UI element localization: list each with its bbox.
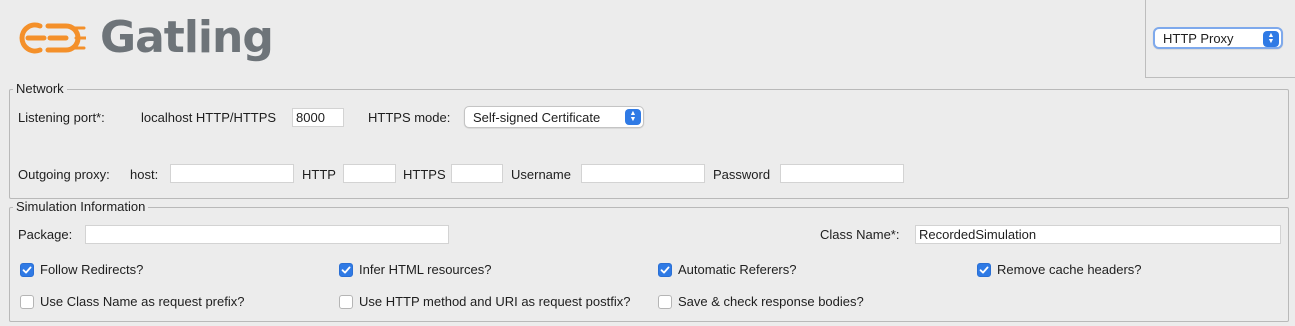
class-name-prefix-label: Use Class Name as request prefix? [40,294,245,309]
proxy-http-label: HTTP [302,167,336,182]
proxy-https-label: HTTPS [403,167,446,182]
package-field[interactable] [85,225,449,244]
class-name-prefix-checkbox[interactable] [20,295,34,309]
checkmark-icon [660,266,670,274]
class-name-field[interactable]: RecordedSimulation [915,225,1281,244]
checkmark-icon [22,266,32,274]
listening-port-label: Listening port*: [18,110,105,125]
automatic-referers-label: Automatic Referers? [678,262,797,277]
proxy-username-label: Username [511,167,571,182]
method-uri-postfix-checkbox[interactable] [339,295,353,309]
infer-html-resources-label: Infer HTML resources? [359,262,492,277]
outgoing-proxy-label: Outgoing proxy: [18,167,110,182]
remove-cache-headers-checkbox[interactable] [977,263,991,277]
https-mode-value: Self-signed Certificate [473,109,601,125]
recorder-mode-select[interactable]: HTTP Proxy ▲ ▼ [1153,27,1283,49]
class-name-label: Class Name*: [820,227,900,242]
package-label: Package: [18,227,73,242]
proxy-http-port-field[interactable] [343,164,396,183]
https-mode-label: HTTPS mode: [368,110,451,125]
automatic-referers-checkbox[interactable] [658,263,672,277]
proxy-host-label: host: [130,167,159,182]
https-mode-select[interactable]: Self-signed Certificate ▲ ▼ [464,106,644,128]
infer-html-resources-checkbox[interactable] [339,263,353,277]
select-arrows-icon: ▲ ▼ [1263,31,1279,47]
checkmark-icon [979,266,989,274]
listening-port-field[interactable]: 8000 [292,108,344,127]
remove-cache-headers-label: Remove cache headers? [997,262,1142,277]
proxy-username-field[interactable] [581,164,705,183]
check-response-bodies-label: Save & check response bodies? [678,294,864,309]
checkmark-icon [341,266,351,274]
gatling-logo-icon [19,22,86,54]
proxy-password-field[interactable] [780,164,904,183]
localhost-label: localhost HTTP/HTTPS [141,110,277,125]
simulation-legend: Simulation Information [13,200,149,214]
method-uri-postfix-label: Use HTTP method and URI as request postf… [359,294,631,309]
app-logo-text: Gatling [100,12,274,63]
recorder-mode-value: HTTP Proxy [1163,30,1234,46]
proxy-host-field[interactable] [170,164,294,183]
follow-redirects-checkbox[interactable] [20,263,34,277]
check-response-bodies-checkbox[interactable] [658,295,672,309]
select-arrows-icon: ▲ ▼ [625,109,641,125]
proxy-password-label: Password [713,167,771,182]
proxy-https-port-field[interactable] [451,164,503,183]
network-legend: Network [13,82,67,96]
follow-redirects-label: Follow Redirects? [40,262,144,277]
